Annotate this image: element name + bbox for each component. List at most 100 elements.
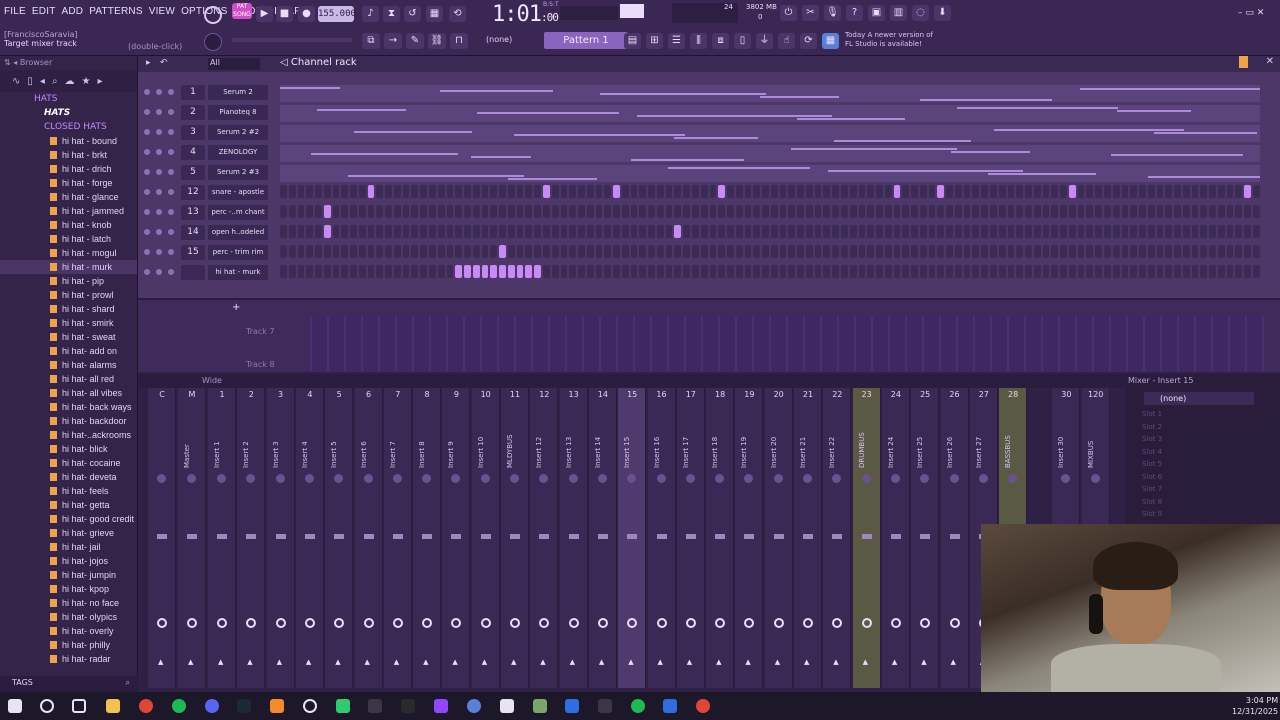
step-button[interactable] xyxy=(823,205,831,218)
file-explorer-icon[interactable] xyxy=(106,699,120,713)
channel-mixer-track[interactable]: 13 xyxy=(181,205,205,220)
route-button[interactable] xyxy=(744,618,755,628)
send-arrow-icon[interactable]: ▲ xyxy=(863,658,868,666)
step-button[interactable] xyxy=(472,225,480,238)
browser-list-item[interactable]: hi hat- grieve xyxy=(0,526,137,540)
step-button[interactable] xyxy=(805,205,813,218)
step-button[interactable] xyxy=(744,245,752,258)
step-button[interactable] xyxy=(735,265,743,278)
step-button[interactable] xyxy=(648,265,655,278)
channel-name-button[interactable]: ZENOLOGY xyxy=(208,145,268,160)
step-button[interactable] xyxy=(1042,265,1050,278)
step-button[interactable] xyxy=(876,245,883,258)
step-button[interactable] xyxy=(779,245,787,258)
step-button[interactable] xyxy=(841,225,848,238)
step-button[interactable] xyxy=(446,265,454,278)
step-button[interactable] xyxy=(332,185,340,198)
step-button[interactable] xyxy=(420,205,428,218)
step-button[interactable] xyxy=(832,225,839,238)
step-button[interactable] xyxy=(429,225,436,238)
step-button[interactable] xyxy=(446,245,454,258)
step-button[interactable] xyxy=(1226,245,1234,258)
browser-list-item[interactable]: hi hat- cocaine xyxy=(0,456,137,470)
step-button[interactable] xyxy=(963,185,971,198)
channel-toggles[interactable] xyxy=(144,229,174,235)
insert-slot[interactable]: Slot 1 xyxy=(1142,410,1162,418)
step-button[interactable] xyxy=(1051,245,1059,258)
step-button[interactable] xyxy=(367,265,375,278)
step-button[interactable] xyxy=(578,225,585,238)
step-button[interactable] xyxy=(744,265,752,278)
route-button[interactable] xyxy=(157,618,167,628)
step-button[interactable] xyxy=(350,185,357,198)
step-button[interactable] xyxy=(1244,265,1251,278)
step-button[interactable] xyxy=(788,185,796,198)
step-button[interactable] xyxy=(1025,225,1032,238)
step-button[interactable] xyxy=(393,265,401,278)
mixer-strip[interactable]: 16 Insert 16 ▲ xyxy=(647,388,676,688)
step-button[interactable] xyxy=(1191,225,1199,238)
step-button[interactable] xyxy=(411,205,419,218)
pan-knob[interactable] xyxy=(773,474,783,483)
step-button[interactable] xyxy=(393,225,401,238)
folder-item[interactable]: HATS xyxy=(34,92,137,106)
step-button[interactable] xyxy=(578,265,585,278)
step-button[interactable] xyxy=(832,245,839,258)
step-button[interactable] xyxy=(385,225,392,238)
step-button[interactable] xyxy=(411,185,419,198)
step-button[interactable] xyxy=(525,225,533,238)
step-button[interactable] xyxy=(823,225,831,238)
step-button[interactable] xyxy=(911,205,918,218)
step-button[interactable] xyxy=(700,205,708,218)
send-arrow-icon[interactable]: ▲ xyxy=(306,658,311,666)
route-button[interactable] xyxy=(656,618,667,628)
menu-item[interactable]: FILE xyxy=(4,6,26,17)
step-button[interactable] xyxy=(814,265,822,278)
step-button[interactable] xyxy=(429,245,436,258)
pan-knob[interactable] xyxy=(715,474,725,483)
step-button[interactable] xyxy=(507,245,515,258)
channel-filter[interactable]: All xyxy=(208,58,260,70)
step-button[interactable] xyxy=(884,225,892,238)
step-button[interactable] xyxy=(367,245,375,258)
step-button[interactable] xyxy=(1112,205,1120,218)
volume-fader[interactable] xyxy=(773,534,784,539)
send-arrow-icon[interactable]: ▲ xyxy=(599,658,604,666)
step-button[interactable] xyxy=(841,185,848,198)
pan-knob[interactable] xyxy=(568,474,578,483)
channel-mixer-track[interactable]: 5 xyxy=(181,165,205,180)
step-button[interactable] xyxy=(621,245,629,258)
step-button[interactable] xyxy=(323,245,331,258)
channel-mixer-track[interactable]: 4 xyxy=(181,145,205,160)
step-button[interactable] xyxy=(1235,265,1243,278)
step-button[interactable] xyxy=(884,245,892,258)
step-button[interactable] xyxy=(954,185,962,198)
twitch-icon[interactable] xyxy=(434,699,448,713)
step-button[interactable] xyxy=(376,225,384,238)
step-button[interactable] xyxy=(981,205,989,218)
insert-slot[interactable]: Slot 4 xyxy=(1142,448,1162,456)
step-button[interactable] xyxy=(1226,225,1234,238)
channel-toggles[interactable] xyxy=(144,249,174,255)
step-button[interactable] xyxy=(727,185,734,198)
step-button[interactable] xyxy=(762,185,769,198)
tempo-display[interactable]: 155.000 xyxy=(318,6,356,22)
menu-item[interactable]: EDIT xyxy=(32,6,56,17)
browser-list-item[interactable]: hi hat- jail xyxy=(0,540,137,554)
step-button[interactable] xyxy=(954,245,962,258)
obs-icon[interactable] xyxy=(303,699,317,713)
mixer-strip[interactable]: 2 Insert 2 ▲ xyxy=(237,388,266,688)
menu-item[interactable]: PATTERNS xyxy=(89,6,142,17)
browser-list-item[interactable]: hi hat - bound xyxy=(0,134,137,148)
step-button[interactable] xyxy=(1025,185,1032,198)
step-button[interactable] xyxy=(621,205,629,218)
step-button[interactable] xyxy=(350,205,357,218)
search-icon[interactable]: ⌕ xyxy=(52,76,58,87)
step-button[interactable] xyxy=(1121,225,1129,238)
step-button[interactable] xyxy=(849,265,857,278)
step-button[interactable] xyxy=(1252,265,1260,278)
step-button[interactable] xyxy=(770,205,778,218)
step-button[interactable] xyxy=(455,245,463,258)
step-button[interactable] xyxy=(332,225,340,238)
step-button[interactable] xyxy=(1033,265,1041,278)
